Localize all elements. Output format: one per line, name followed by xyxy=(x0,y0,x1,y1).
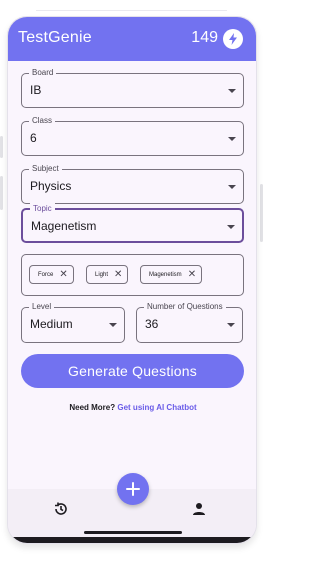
subtopic-chips-field[interactable]: Force ✕ Light ✕ Magenetism ✕ xyxy=(21,254,244,296)
device-side-button xyxy=(0,176,3,210)
caret-down-icon xyxy=(228,185,236,189)
generate-questions-button[interactable]: Generate Questions xyxy=(21,354,244,388)
class-label: Class xyxy=(29,115,56,127)
board-value: IB xyxy=(30,83,42,97)
history-icon[interactable] xyxy=(53,501,69,522)
plus-icon xyxy=(126,482,140,496)
app-bar: TestGenie 149 xyxy=(8,17,256,61)
app-title: TestGenie xyxy=(18,29,92,46)
bolt-icon[interactable] xyxy=(223,29,243,49)
question-count-label: Number of Questions xyxy=(144,301,226,313)
topic-label: Topic xyxy=(30,203,55,215)
device-side-button xyxy=(0,136,3,158)
chip-label: Magenetism xyxy=(149,271,182,278)
top-divider xyxy=(36,10,227,11)
need-more-text: Need More? Get using AI Chatbot xyxy=(8,403,256,412)
question-count-value: 36 xyxy=(145,317,159,331)
close-icon[interactable]: ✕ xyxy=(59,269,67,280)
topic-value: Magenetism xyxy=(31,219,97,233)
chip-magenetism[interactable]: Magenetism ✕ xyxy=(140,265,203,284)
chip-light[interactable]: Light ✕ xyxy=(86,265,129,284)
close-icon[interactable]: ✕ xyxy=(188,269,196,280)
board-label: Board xyxy=(29,67,57,79)
phone-screen: TestGenie 149 Board IB Class 6 Subject P… xyxy=(7,16,257,544)
level-dropdown[interactable]: Level Medium xyxy=(21,301,125,343)
ai-chatbot-link[interactable]: Get using AI Chatbot xyxy=(117,403,196,412)
chip-label: Light xyxy=(95,271,109,278)
chip-label: Force xyxy=(38,271,54,278)
device-side-button xyxy=(260,184,263,242)
board-dropdown[interactable]: Board IB xyxy=(21,67,244,108)
coin-count: 149 xyxy=(191,29,218,46)
question-count-dropdown[interactable]: Number of Questions 36 xyxy=(136,301,243,343)
person-icon[interactable] xyxy=(191,501,207,522)
caret-down-icon xyxy=(228,137,236,141)
class-value: 6 xyxy=(30,131,37,145)
chip-force[interactable]: Force ✕ xyxy=(29,265,74,284)
caret-down-icon xyxy=(109,323,117,327)
caret-down-icon xyxy=(228,89,236,93)
level-value: Medium xyxy=(30,317,73,331)
subject-dropdown[interactable]: Subject Physics xyxy=(21,163,244,204)
subject-value: Physics xyxy=(30,179,72,193)
level-label: Level xyxy=(29,301,55,313)
subject-label: Subject xyxy=(29,163,62,175)
caret-down-icon xyxy=(227,225,235,229)
close-icon[interactable]: ✕ xyxy=(114,269,122,280)
topic-dropdown[interactable]: Topic Magenetism xyxy=(21,203,244,243)
screen-bottom-bezel xyxy=(8,537,256,543)
need-more-label: Need More? xyxy=(69,403,116,412)
add-fab-button[interactable] xyxy=(117,473,149,505)
home-indicator xyxy=(84,531,182,534)
class-dropdown[interactable]: Class 6 xyxy=(21,115,244,156)
caret-down-icon xyxy=(227,323,235,327)
